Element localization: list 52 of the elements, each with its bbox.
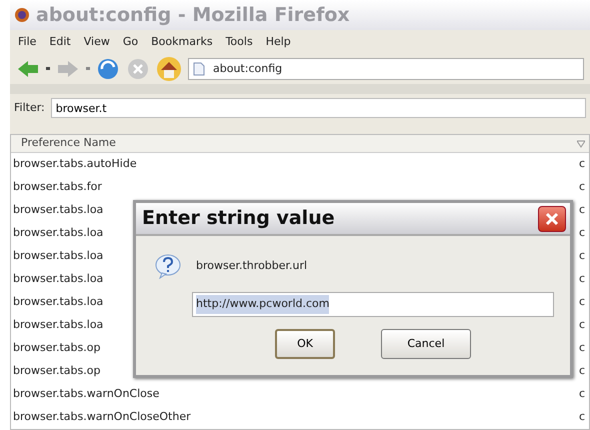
menu-item[interactable]: Bookmarks <box>151 34 213 50</box>
preference-status: c <box>579 225 586 242</box>
preference-status: c <box>579 340 586 356</box>
menu-item[interactable]: File <box>18 34 36 50</box>
home-icon[interactable] <box>156 56 182 82</box>
preference-name: browser.tabs.op <box>13 363 100 380</box>
filter-field[interactable]: browser.t <box>50 98 586 118</box>
preference-status: c <box>579 294 586 310</box>
preference-name: browser.tabs.loa <box>13 271 104 288</box>
close-icon <box>545 212 559 226</box>
preference-status: c <box>579 248 586 264</box>
stop-icon[interactable] <box>126 57 150 81</box>
preference-status: c <box>579 156 586 172</box>
preference-name: browser.tabs.warnOnCloseOther <box>13 409 191 426</box>
value-field[interactable]: http://www.pcworld.com <box>192 292 554 317</box>
preference-name: browser.tabs.loa <box>13 317 104 334</box>
column-picker-icon[interactable] <box>577 140 585 148</box>
window-title: about:config - Mozilla Firefox <box>36 2 350 28</box>
reload-icon[interactable] <box>96 57 120 81</box>
dialog-message: browser.throbber.url <box>196 258 308 274</box>
page-icon <box>193 62 205 76</box>
preference-name: browser.tabs.loa <box>13 294 104 310</box>
filter-label: Filter: <box>14 100 45 116</box>
preference-status: c <box>579 179 586 196</box>
preference-status: c <box>579 363 586 380</box>
preference-status: c <box>579 409 586 426</box>
column-header[interactable]: Preference Name <box>21 135 116 152</box>
menu-item[interactable]: View <box>84 34 110 50</box>
address-bar[interactable]: about:config <box>188 58 584 80</box>
dialog-title: Enter string value <box>142 206 335 232</box>
question-icon <box>154 253 182 279</box>
preference-name: browser.tabs.loa <box>13 225 104 242</box>
preference-status: c <box>579 202 586 218</box>
dialog-button[interactable]: OK <box>275 329 335 359</box>
preference-name: browser.tabs.loa <box>13 202 104 218</box>
menu-item[interactable]: Go <box>122 34 138 50</box>
preference-status: c <box>579 386 586 402</box>
preference-name: browser.tabs.op <box>13 340 100 356</box>
preference-status: c <box>579 271 586 288</box>
dialog-button[interactable]: Cancel <box>381 329 471 359</box>
menu-item[interactable]: Edit <box>49 34 71 50</box>
preference-name: browser.tabs.warnOnClose <box>13 386 160 402</box>
preference-name: browser.tabs.loa <box>13 248 104 264</box>
menu-item[interactable]: Help <box>266 34 291 50</box>
forward-arrow-icon[interactable] <box>56 59 80 79</box>
preference-name: browser.tabs.for <box>13 179 102 196</box>
browser-logo-icon <box>14 7 30 23</box>
preference-status: c <box>579 317 586 334</box>
preference-name: browser.tabs.autoHide <box>13 156 137 172</box>
menu-item[interactable]: Tools <box>226 34 253 50</box>
close-button[interactable] <box>538 206 566 232</box>
back-arrow-icon[interactable] <box>16 59 40 79</box>
